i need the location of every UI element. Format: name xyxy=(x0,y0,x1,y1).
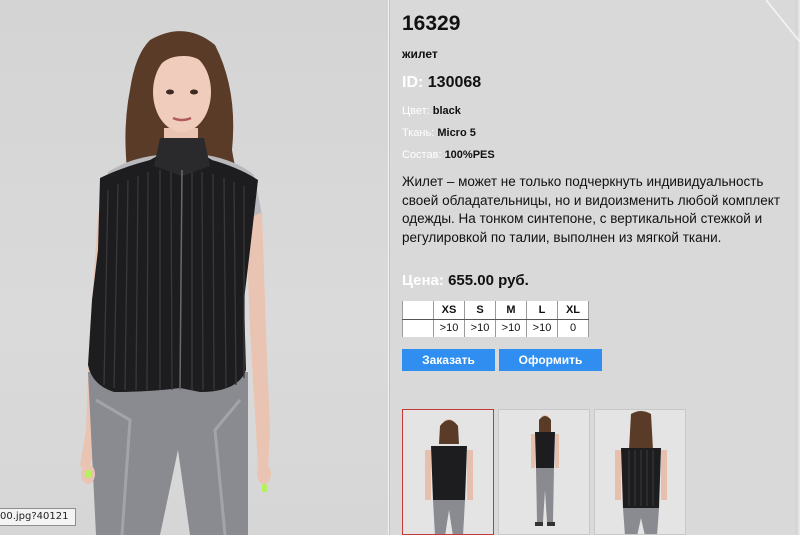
attr-fabric-label: Ткань: xyxy=(402,127,435,139)
checkout-button[interactable]: Оформить xyxy=(499,349,602,371)
thumbnail-full-image xyxy=(531,415,559,526)
size-header-s: S xyxy=(464,301,496,320)
size-header-xl: XL xyxy=(557,301,589,320)
id-value: 130068 xyxy=(427,74,482,91)
attr-fabric: Ткань: Micro 5 xyxy=(402,127,476,139)
attr-color: Цвет: black xyxy=(402,105,461,117)
price-label: Цена: xyxy=(402,272,444,289)
thumbnail-back[interactable] xyxy=(594,409,686,535)
size-header-m: M xyxy=(495,301,527,320)
thumbnail-back-image xyxy=(615,411,667,534)
stock-l: >10 xyxy=(526,319,558,337)
thumbnail-full[interactable] xyxy=(498,409,590,535)
stock-blank-cell xyxy=(402,319,434,337)
stock-m: >10 xyxy=(495,319,527,337)
order-button[interactable]: Заказать xyxy=(402,349,495,371)
stock-s: >10 xyxy=(464,319,496,337)
price-row: Цена: 655.00 руб. xyxy=(402,272,529,289)
size-corner-cell xyxy=(402,301,434,320)
size-table: XS S M L XL >10 >10 >10 >10 0 xyxy=(402,301,589,337)
size-header-l: L xyxy=(526,301,558,320)
attr-composition-label: Состав: xyxy=(402,149,442,161)
size-header-xs: XS xyxy=(433,301,465,320)
status-url-tooltip: 00.jpg?40121 xyxy=(0,508,76,526)
size-stock-row: >10 >10 >10 >10 0 xyxy=(402,319,589,337)
panel-divider xyxy=(388,0,390,535)
model-photo-graphic xyxy=(80,31,271,535)
attr-fabric-value: Micro 5 xyxy=(437,127,476,139)
attr-composition-value: 100%PES xyxy=(444,149,495,161)
stock-xl: 0 xyxy=(557,319,589,337)
main-product-photo[interactable]: 00.jpg?40121 xyxy=(0,0,388,535)
product-description: Жилет – может не только подчеркнуть инди… xyxy=(402,174,781,245)
thumbnail-front-image xyxy=(425,419,473,534)
product-code: 16329 xyxy=(402,12,461,35)
attr-composition: Состав: 100%PES xyxy=(402,149,495,161)
corner-line-decoration xyxy=(766,0,800,42)
thumbnail-front[interactable] xyxy=(402,409,494,535)
size-header-row: XS S M L XL xyxy=(402,301,589,320)
attr-color-label: Цвет: xyxy=(402,105,430,117)
product-type: жилет xyxy=(402,47,438,61)
page-right-edge xyxy=(796,0,800,535)
price-value: 655.00 руб. xyxy=(448,272,529,289)
product-id: ID: 130068 xyxy=(402,74,481,92)
id-label: ID: xyxy=(402,74,424,91)
stock-xs: >10 xyxy=(433,319,465,337)
attr-color-value: black xyxy=(432,105,461,117)
